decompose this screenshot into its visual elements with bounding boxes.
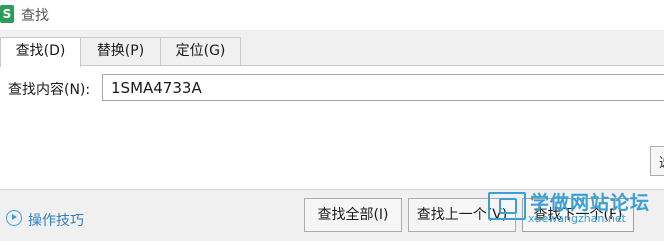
- find-panel: 查找内容(N): 1SMA4733A 选: [0, 65, 664, 190]
- tab-find[interactable]: 查找(D): [0, 37, 81, 67]
- operation-tips-label: 操作技巧: [28, 213, 84, 229]
- find-content-label: 查找内容(N):: [8, 82, 91, 98]
- tab-goto[interactable]: 定位(G): [160, 37, 241, 65]
- window-title: 查找: [21, 8, 49, 24]
- find-next-button[interactable]: 查找下一个(F): [522, 198, 634, 232]
- play-circle-icon: [6, 210, 22, 226]
- options-button[interactable]: 选: [650, 146, 664, 176]
- title-bar: S 查找: [0, 0, 664, 30]
- options-button-label: 选: [659, 152, 664, 171]
- app-logo-icon: S: [0, 5, 14, 23]
- find-all-button[interactable]: 查找全部(I): [304, 198, 402, 232]
- find-content-input[interactable]: 1SMA4733A: [102, 74, 664, 101]
- find-previous-button[interactable]: 查找上一个(V): [408, 198, 516, 232]
- tab-replace[interactable]: 替换(P): [80, 37, 161, 65]
